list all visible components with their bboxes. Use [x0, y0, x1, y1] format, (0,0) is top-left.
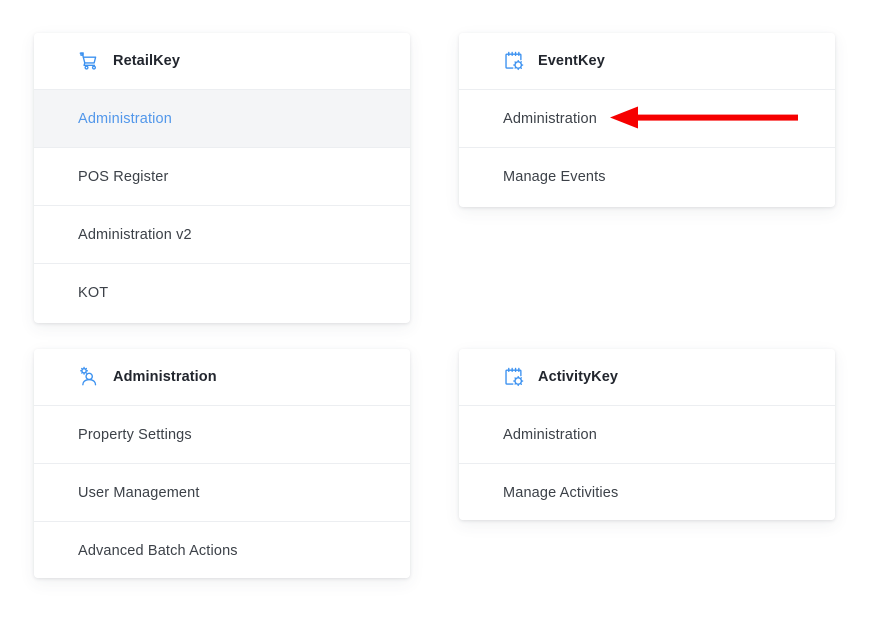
- menu-item-label: Administration: [503, 111, 597, 127]
- card-header-eventkey: EventKey: [459, 33, 835, 90]
- card-title: ActivityKey: [538, 370, 618, 385]
- menu-list-activitykey: Administration Manage Activities: [459, 406, 835, 520]
- card-header-administration: Administration: [34, 349, 410, 406]
- card-eventkey: EventKey Administration Manage Events: [459, 33, 835, 207]
- menu-item-label: Advanced Batch Actions: [78, 543, 238, 559]
- card-activitykey: ActivityKey Administration Manage Activi…: [459, 349, 835, 520]
- menu-item-advanced-batch-actions[interactable]: Advanced Batch Actions: [34, 522, 410, 578]
- card-title: Administration: [113, 370, 217, 385]
- menu-item-label: POS Register: [78, 169, 168, 185]
- menu-item-label: KOT: [78, 285, 108, 301]
- menu-item-administration[interactable]: Administration: [459, 406, 835, 464]
- menu-item-user-management[interactable]: User Management: [34, 464, 410, 522]
- menu-item-administration[interactable]: Administration: [459, 90, 835, 148]
- menu-item-administration[interactable]: Administration: [34, 90, 410, 148]
- menu-item-label: Manage Events: [503, 169, 606, 185]
- card-administration: Administration Property Settings User Ma…: [34, 349, 410, 578]
- menu-item-kot[interactable]: KOT: [34, 264, 410, 322]
- menu-item-pos-register[interactable]: POS Register: [34, 148, 410, 206]
- menu-item-label: Administration v2: [78, 227, 192, 243]
- card-title: EventKey: [538, 54, 605, 69]
- menu-list-retailkey: Administration POS Register Administrati…: [34, 90, 410, 322]
- user-settings-icon: [78, 366, 100, 388]
- shopping-cart-icon: [78, 50, 100, 72]
- menu-item-administration-v2[interactable]: Administration v2: [34, 206, 410, 264]
- calendar-settings-icon: [503, 50, 525, 72]
- card-title: RetailKey: [113, 54, 180, 69]
- menu-item-property-settings[interactable]: Property Settings: [34, 406, 410, 464]
- menu-item-label: Manage Activities: [503, 485, 618, 501]
- card-retailkey: RetailKey Administration POS Register Ad…: [34, 33, 410, 323]
- menu-list-administration: Property Settings User Management Advanc…: [34, 406, 410, 578]
- menu-item-label: Property Settings: [78, 427, 192, 443]
- menu-item-manage-activities[interactable]: Manage Activities: [459, 464, 835, 520]
- app-launcher-board: RetailKey Administration POS Register Ad…: [0, 0, 890, 623]
- menu-item-label: User Management: [78, 485, 200, 501]
- calendar-settings-icon: [503, 366, 525, 388]
- menu-item-manage-events[interactable]: Manage Events: [459, 148, 835, 206]
- menu-item-label: Administration: [503, 427, 597, 443]
- card-header-retailkey: RetailKey: [34, 33, 410, 90]
- menu-list-eventkey: Administration Manage Events: [459, 90, 835, 206]
- menu-item-label: Administration: [78, 111, 172, 127]
- card-header-activitykey: ActivityKey: [459, 349, 835, 406]
